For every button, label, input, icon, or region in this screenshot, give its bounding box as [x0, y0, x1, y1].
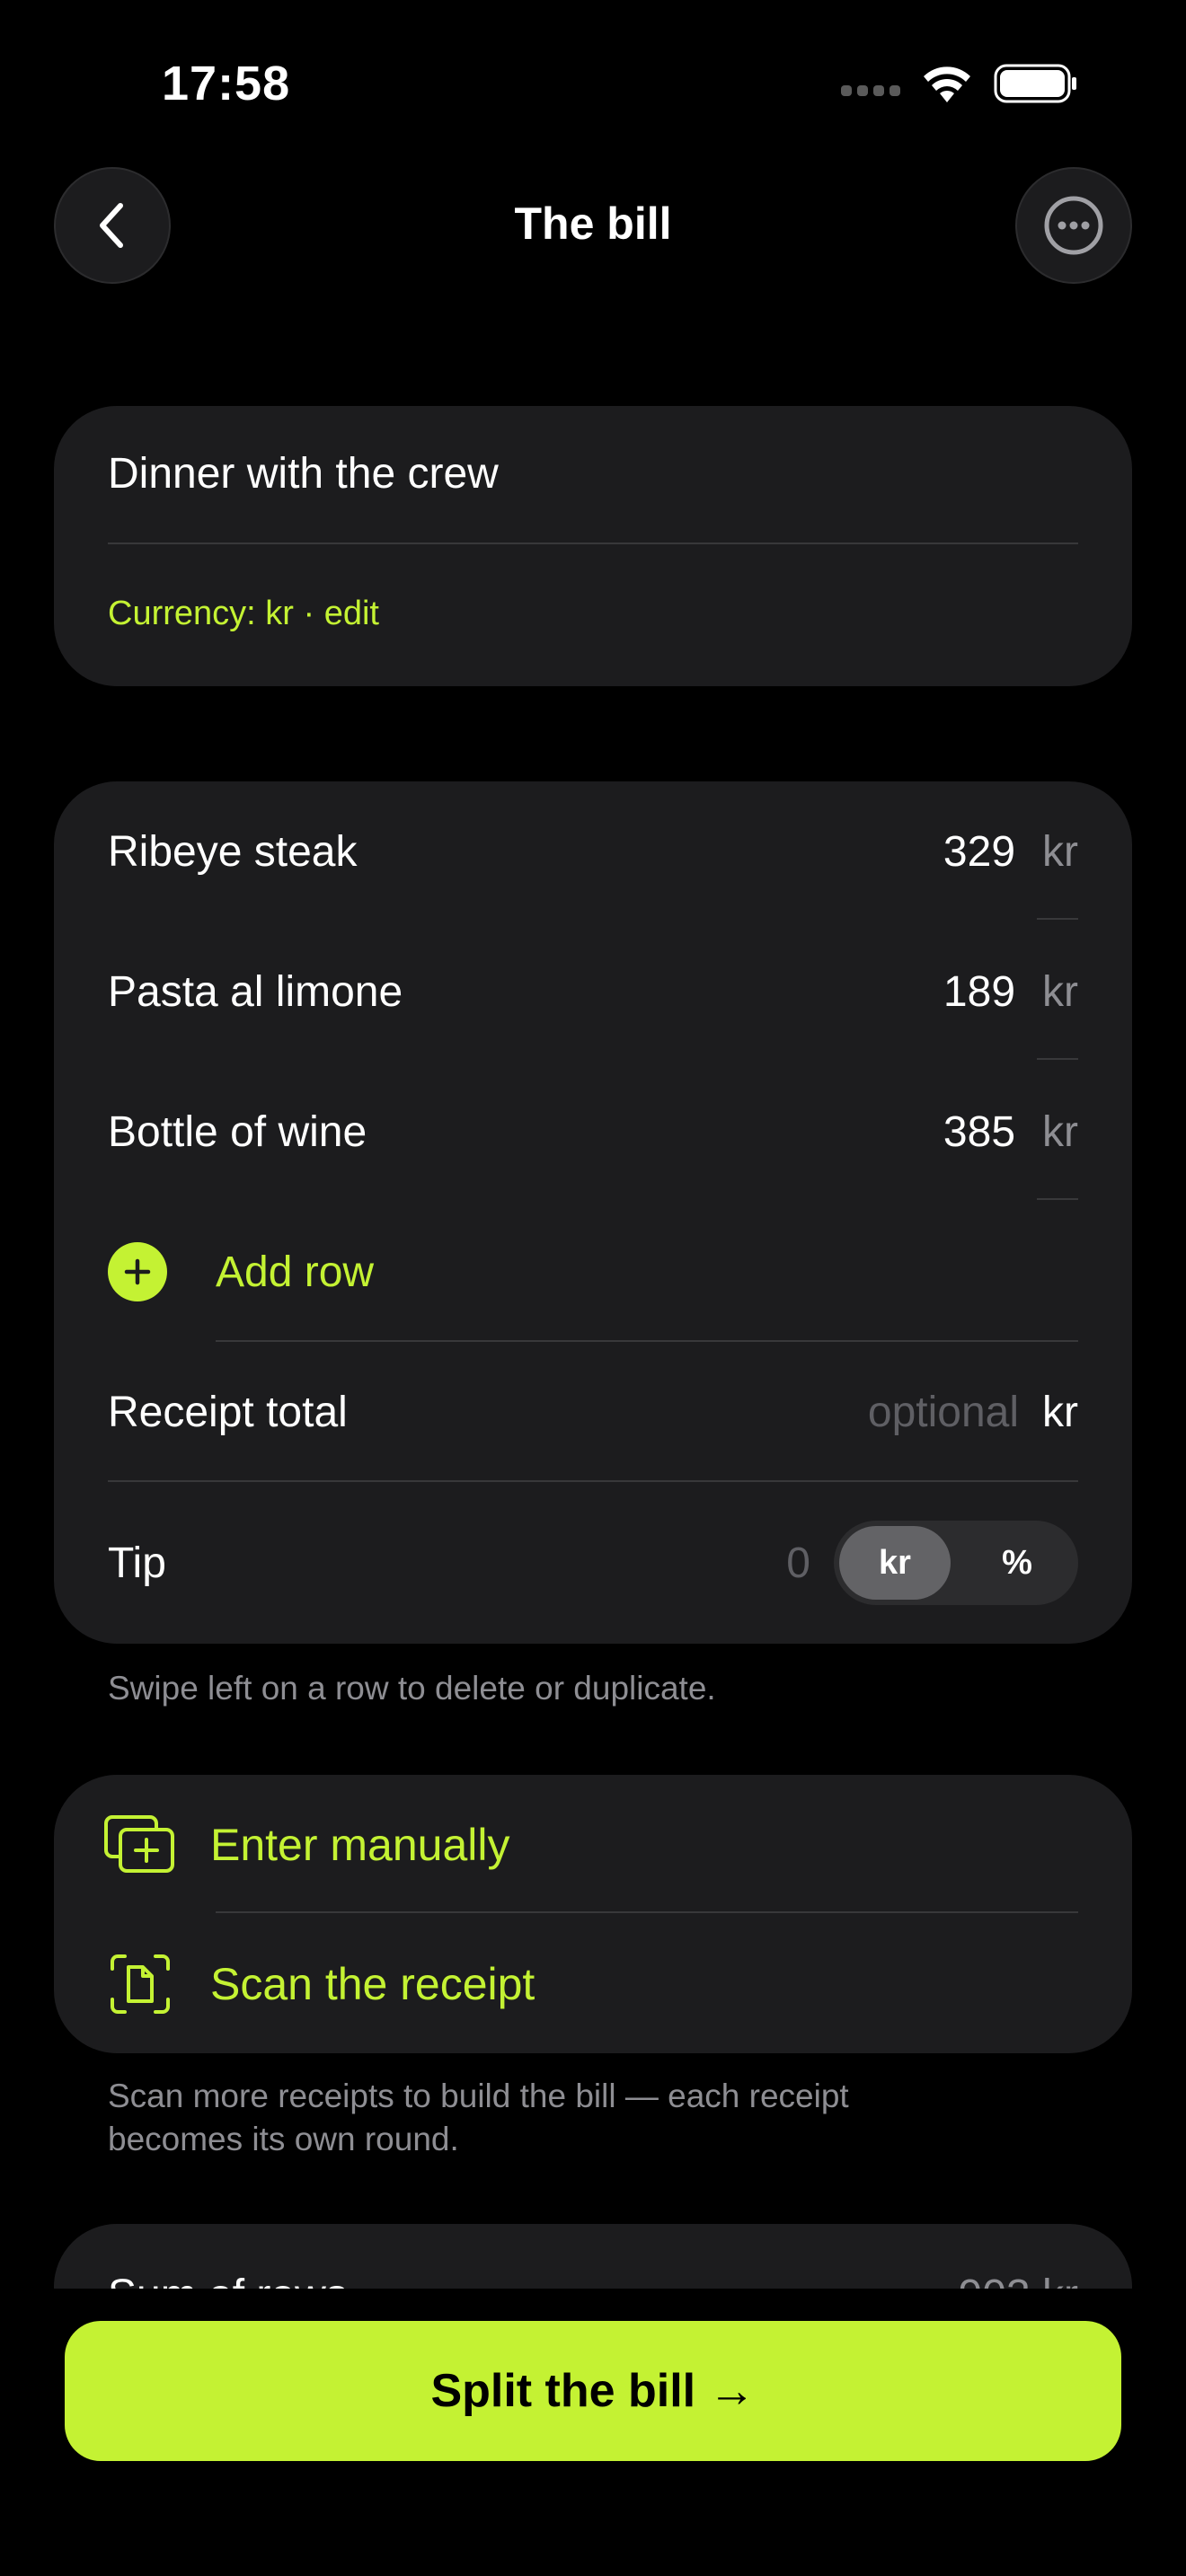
currency-edit-link[interactable]: Currency: kr · edit [108, 595, 379, 633]
tip-unit-percent[interactable]: % [956, 1544, 1078, 1583]
tip-row: Tip 0 kr % [108, 1491, 1078, 1635]
item-amount[interactable]: 329 [943, 827, 1015, 877]
receipt-total-input[interactable]: optional [868, 1388, 1019, 1437]
status-icons [841, 63, 1078, 104]
add-row-button[interactable]: Add row [108, 1202, 374, 1342]
item-row[interactable]: Pasta al limone 189 kr [108, 922, 1078, 1062]
ellipsis-circle-icon [1044, 196, 1103, 255]
plus-circle-icon [108, 1242, 167, 1301]
add-stack-icon [102, 1807, 178, 1883]
scan-receipt-button[interactable]: Scan the receipt [102, 1914, 1078, 2053]
add-row-label: Add row [216, 1248, 375, 1296]
item-row[interactable]: Ribeye steak 329 kr [108, 781, 1078, 922]
document-scanner-icon [102, 1946, 178, 2022]
item-amount[interactable]: 189 [943, 967, 1015, 1017]
item-unit: kr [1042, 1107, 1078, 1156]
scan-receipt-label: Scan the receipt [210, 1958, 535, 2009]
receipt-total-label: Receipt total [108, 1388, 348, 1436]
bill-items-card: Ribeye steak 329 kr Pasta al limone 189 … [54, 781, 1132, 1644]
split-bill-button[interactable]: Split the bill → [65, 2321, 1121, 2461]
divider [1037, 1198, 1078, 1200]
cellular-signal-icon [841, 85, 900, 96]
battery-icon [994, 64, 1076, 103]
divider [108, 1480, 1078, 1482]
swipe-hint: Swipe left on a row to delete or duplica… [108, 1670, 716, 1707]
tip-input[interactable]: 0 [786, 1539, 810, 1588]
page-title: The bill [514, 198, 672, 249]
receipt-total-unit: kr [1042, 1388, 1078, 1436]
bill-name-card: Dinner with the crew Currency: kr · edit [54, 406, 1132, 686]
item-unit: kr [1042, 967, 1078, 1016]
enter-manually-button[interactable]: Enter manually [102, 1775, 1078, 1914]
wifi-icon [924, 66, 970, 102]
item-unit: kr [1042, 827, 1078, 876]
more-options-button[interactable] [1015, 167, 1132, 284]
add-items-card: Enter manually Scan the receipt [54, 1775, 1132, 2053]
tip-unit-kr[interactable]: kr [834, 1544, 956, 1583]
item-name[interactable]: Bottle of wine [108, 1107, 943, 1157]
divider [1037, 1058, 1078, 1060]
item-name[interactable]: Pasta al limone [108, 967, 943, 1017]
divider [108, 543, 1078, 544]
item-amount[interactable]: 385 [943, 1107, 1015, 1157]
scan-hint: Scan more receipts to build the bill — e… [108, 2075, 849, 2161]
scan-hint-line: Scan more receipts to build the bill — e… [108, 2078, 849, 2114]
scan-hint-line: becomes its own round. [108, 2121, 459, 2157]
divider [1037, 918, 1078, 920]
divider [216, 1911, 1078, 1913]
tip-label: Tip [108, 1539, 166, 1587]
item-name[interactable]: Ribeye steak [108, 827, 943, 877]
status-time: 17:58 [162, 57, 291, 110]
receipt-total-row[interactable]: Receipt total optional kr [108, 1342, 1078, 1482]
item-row[interactable]: Bottle of wine 385 kr [108, 1062, 1078, 1202]
tip-unit-segmented-control: kr % [834, 1521, 1078, 1605]
bill-name-input[interactable]: Dinner with the crew [108, 449, 499, 498]
enter-manually-label: Enter manually [210, 1819, 510, 1870]
screen: 17:58 The bill Dinner with the crew Curr… [0, 0, 1186, 2576]
